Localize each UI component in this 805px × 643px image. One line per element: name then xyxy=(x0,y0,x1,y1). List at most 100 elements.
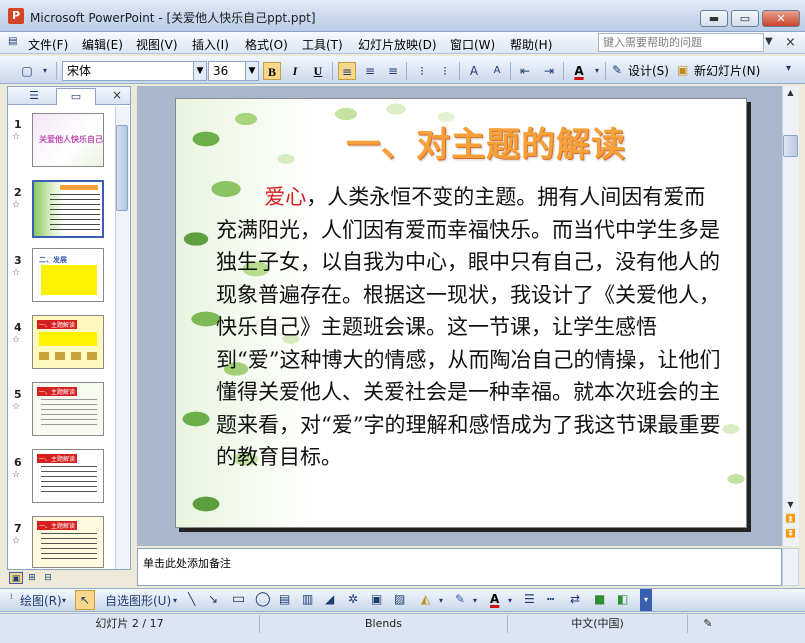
animation-star-icon: ☆ xyxy=(12,536,21,546)
decrease-indent-icon[interactable]: ⇤ xyxy=(516,62,534,80)
rectangle-icon[interactable]: ▭ xyxy=(232,591,245,607)
menu-view[interactable]: 视图(V) xyxy=(136,36,178,53)
slideshow-view-icon[interactable]: ⊟ xyxy=(41,572,55,584)
tab-outline[interactable]: ☰ xyxy=(14,88,54,105)
slide-thumbnail-6[interactable]: 一、主题解读 xyxy=(32,449,104,503)
document-icon[interactable]: ▤ xyxy=(8,36,17,47)
font-name-select[interactable]: 宋体 xyxy=(62,61,194,81)
menu-tools[interactable]: 工具(T) xyxy=(302,36,343,53)
new-slide-icon: ▣ xyxy=(677,63,689,77)
diagram-icon[interactable]: ✲ xyxy=(348,592,358,606)
document-close-button[interactable]: × xyxy=(785,35,796,50)
window-title: Microsoft PowerPoint - [关爱他人快乐自己ppt.ppt] xyxy=(30,11,316,25)
font-color-icon[interactable]: A xyxy=(570,62,588,80)
menu-slideshow[interactable]: 幻灯片放映(D) xyxy=(358,36,437,53)
wordart-icon[interactable]: ◢ xyxy=(325,592,334,606)
fill-color-icon[interactable]: ◭ xyxy=(421,592,430,606)
picture-icon[interactable]: ▨ xyxy=(394,592,405,606)
autoshapes-button[interactable]: 自选图形(U) xyxy=(105,592,171,609)
pane-close-button[interactable]: × xyxy=(112,88,122,102)
arrow-icon[interactable]: ↘ xyxy=(208,592,218,606)
bold-button[interactable]: B xyxy=(263,62,281,80)
align-center-icon[interactable]: ≡ xyxy=(361,62,379,80)
help-search-input[interactable]: 键入需要帮助的问题 xyxy=(598,33,764,52)
line-style-icon[interactable]: ☰ xyxy=(524,592,535,606)
menu-help[interactable]: 帮助(H) xyxy=(510,36,552,53)
font-color-dropdown-icon[interactable]: ▾ xyxy=(588,62,606,80)
line-icon[interactable]: ╲ xyxy=(188,592,195,606)
textbox-icon[interactable]: ▤ xyxy=(279,592,290,606)
menu-edit[interactable]: 编辑(E) xyxy=(82,36,123,53)
autoshapes-dropdown-icon[interactable]: ▾ xyxy=(173,596,177,605)
slide-thumbnail-5[interactable]: 一、主题解读 xyxy=(32,382,104,436)
toolbar-grip-icon: ⁞ xyxy=(10,592,13,601)
fill-color-dropdown-icon[interactable]: ▾ xyxy=(439,596,443,605)
tab-slides[interactable]: ▭ xyxy=(56,88,96,105)
arrow-style-icon[interactable]: ⇄ xyxy=(570,592,580,606)
slide-thumbnail-4[interactable]: 一、主题解读 xyxy=(32,315,104,369)
normal-view-icon[interactable]: ▣ xyxy=(9,572,23,584)
close-button[interactable]: ✕ xyxy=(762,10,800,27)
toolbar-options-icon[interactable]: ▾ xyxy=(640,589,652,611)
select-objects-icon[interactable]: ↖ xyxy=(75,590,95,610)
dash-style-icon[interactable]: ┅ xyxy=(547,592,554,606)
slide-canvas[interactable]: 一、对主题的解读 爱心，人类永恒不变的主题。拥有人间因有爱而充满阳光，人们因有爱… xyxy=(175,98,747,528)
align-right-icon[interactable]: ≡ xyxy=(384,62,402,80)
menu-format[interactable]: 格式(O) xyxy=(245,36,288,53)
underline-button[interactable]: U xyxy=(309,62,327,80)
increase-font-size-icon[interactable]: A xyxy=(465,62,483,80)
line-color-icon[interactable]: ✎ xyxy=(455,592,465,606)
decrease-font-size-icon[interactable]: A xyxy=(488,62,506,80)
slide-title[interactable]: 一、对主题的解读 xyxy=(346,117,686,166)
line-color-dropdown-icon[interactable]: ▾ xyxy=(473,596,477,605)
vertical-textbox-icon[interactable]: ▥ xyxy=(302,592,313,606)
slide-body-text[interactable]: 爱心，人类永恒不变的主题。拥有人间因有爱而充满阳光，人们因有爱而幸福快乐。而当代… xyxy=(216,181,724,474)
menu-window[interactable]: 窗口(W) xyxy=(450,36,495,53)
thumbnail-text-lines xyxy=(41,399,97,425)
font-size-dropdown-icon[interactable]: ▼ xyxy=(245,61,259,81)
3d-style-icon[interactable]: ◧ xyxy=(617,592,628,606)
draw-font-color-dropdown-icon[interactable]: ▾ xyxy=(508,596,512,605)
toolbar-options-icon[interactable]: ▾ xyxy=(36,62,54,80)
previous-slide-icon[interactable]: ⏫ xyxy=(783,514,798,529)
slide-thumbnail-2[interactable] xyxy=(32,180,104,238)
menu-file[interactable]: 文件(F) xyxy=(28,36,68,53)
draw-font-color-icon[interactable]: A xyxy=(490,592,499,606)
draw-menu-button[interactable]: 绘图(R) xyxy=(20,592,62,609)
bullets-icon[interactable]: ⁝ xyxy=(436,62,454,80)
next-slide-icon[interactable]: ⏬ xyxy=(783,529,798,544)
spelling-check-icon[interactable]: ✎ xyxy=(688,615,728,633)
slide-sorter-view-icon[interactable]: ⊞ xyxy=(25,572,39,584)
italic-button[interactable]: I xyxy=(286,62,304,80)
slide-thumbnail-1[interactable]: 关爱他人快乐自己 xyxy=(32,113,104,167)
slides-pane-scroll-thumb[interactable] xyxy=(116,125,128,211)
align-left-icon[interactable]: ≡ xyxy=(338,62,356,80)
clipart-icon[interactable]: ▣ xyxy=(371,592,382,606)
slide-scroll-thumb[interactable] xyxy=(783,135,798,157)
thumbnail-text-lines xyxy=(41,533,97,559)
minimize-button[interactable]: ▬ xyxy=(700,10,728,27)
draw-menu-dropdown-icon[interactable]: ▾ xyxy=(62,596,66,605)
notes-scrollbar[interactable] xyxy=(782,548,799,586)
font-name-dropdown-icon[interactable]: ▼ xyxy=(193,61,207,81)
scroll-down-icon[interactable]: ▼ xyxy=(783,500,798,515)
new-slide-button[interactable]: 新幻灯片(N) xyxy=(694,62,760,79)
font-size-select[interactable]: 36 xyxy=(208,61,246,81)
toolbar-options-icon[interactable]: ▾ xyxy=(786,63,791,74)
design-button[interactable]: 设计(S) xyxy=(628,62,669,79)
new-document-icon[interactable]: ▢ xyxy=(18,62,36,80)
design-icon: ✎ xyxy=(612,63,623,77)
scroll-up-icon[interactable]: ▲ xyxy=(783,88,798,103)
slide-thumbnail-3[interactable]: 二、发展 xyxy=(32,248,104,302)
menu-insert[interactable]: 插入(I) xyxy=(192,36,229,53)
thumbnail-yellow-box xyxy=(39,332,97,346)
slide-thumbnail-7[interactable]: 一、主题解读 xyxy=(32,516,104,568)
shadow-style-icon[interactable]: ■ xyxy=(594,592,605,606)
oval-icon[interactable]: ◯ xyxy=(255,591,271,607)
help-dropdown-arrow-icon[interactable]: ▼ xyxy=(765,36,773,47)
notes-pane[interactable]: 单击此处添加备注 xyxy=(137,548,782,586)
numbering-icon[interactable]: ⁝ xyxy=(413,62,431,80)
thumbnail-title-bar xyxy=(60,185,98,190)
increase-indent-icon[interactable]: ⇥ xyxy=(540,62,558,80)
maximize-button[interactable]: ▭ xyxy=(731,10,759,27)
